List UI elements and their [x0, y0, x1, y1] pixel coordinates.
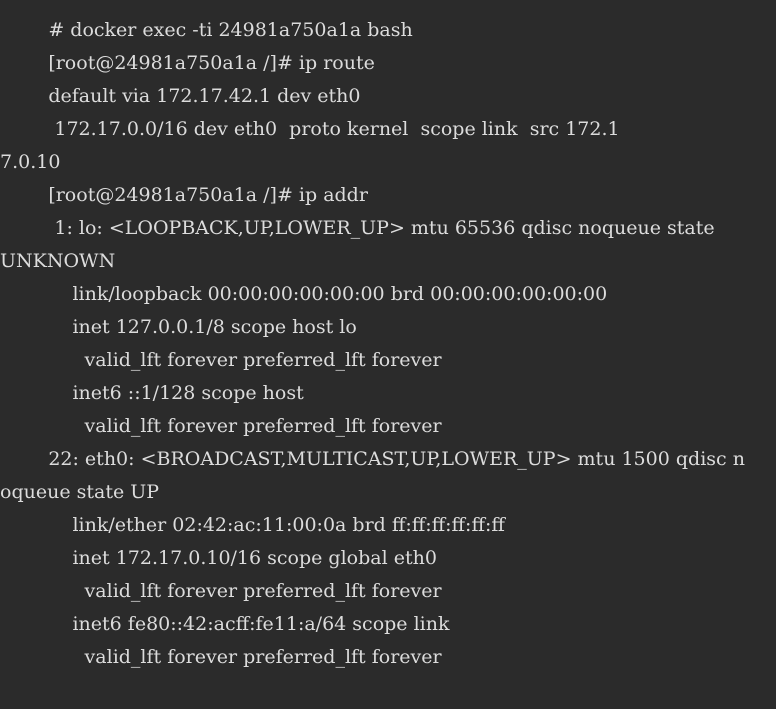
terminal-line: link/loopback 00:00:00:00:00:00 brd 00:0… — [0, 283, 608, 305]
terminal-line: 22: eth0: <BROADCAST,MULTICAST,UP,LOWER_… — [0, 448, 745, 470]
terminal-line: inet6 fe80::42:acff:fe11:a/64 scope link — [0, 613, 450, 635]
terminal-line: inet 127.0.0.1/8 scope host lo — [0, 316, 357, 338]
terminal-line: inet6 ::1/128 scope host — [0, 382, 304, 404]
terminal-line: oqueue state UP — [0, 481, 160, 503]
terminal-line: 1: lo: <LOOPBACK,UP,LOWER_UP> mtu 65536 … — [0, 217, 715, 239]
terminal-line: [root@24981a750a1a /]# ip addr — [0, 184, 368, 206]
terminal-line: valid_lft forever preferred_lft forever — [0, 349, 442, 371]
terminal-line: valid_lft forever preferred_lft forever — [0, 580, 442, 602]
terminal-line: link/ether 02:42:ac:11:00:0a brd ff:ff:f… — [0, 514, 505, 536]
terminal-output[interactable]: # docker exec -ti 24981a750a1a bash [roo… — [0, 0, 776, 709]
terminal-line: valid_lft forever preferred_lft forever — [0, 415, 442, 437]
terminal-line: 172.17.0.0/16 dev eth0 proto kernel scop… — [0, 118, 620, 140]
terminal-line: 7.0.10 — [0, 151, 61, 173]
terminal-line: inet 172.17.0.10/16 scope global eth0 — [0, 547, 437, 569]
terminal-line: valid_lft forever preferred_lft forever — [0, 646, 442, 668]
terminal-line: default via 172.17.42.1 dev eth0 — [0, 85, 361, 107]
terminal-line: # docker exec -ti 24981a750a1a bash — [0, 19, 413, 41]
terminal-line: UNKNOWN — [0, 250, 116, 272]
terminal-line: [root@24981a750a1a /]# ip route — [0, 52, 375, 74]
